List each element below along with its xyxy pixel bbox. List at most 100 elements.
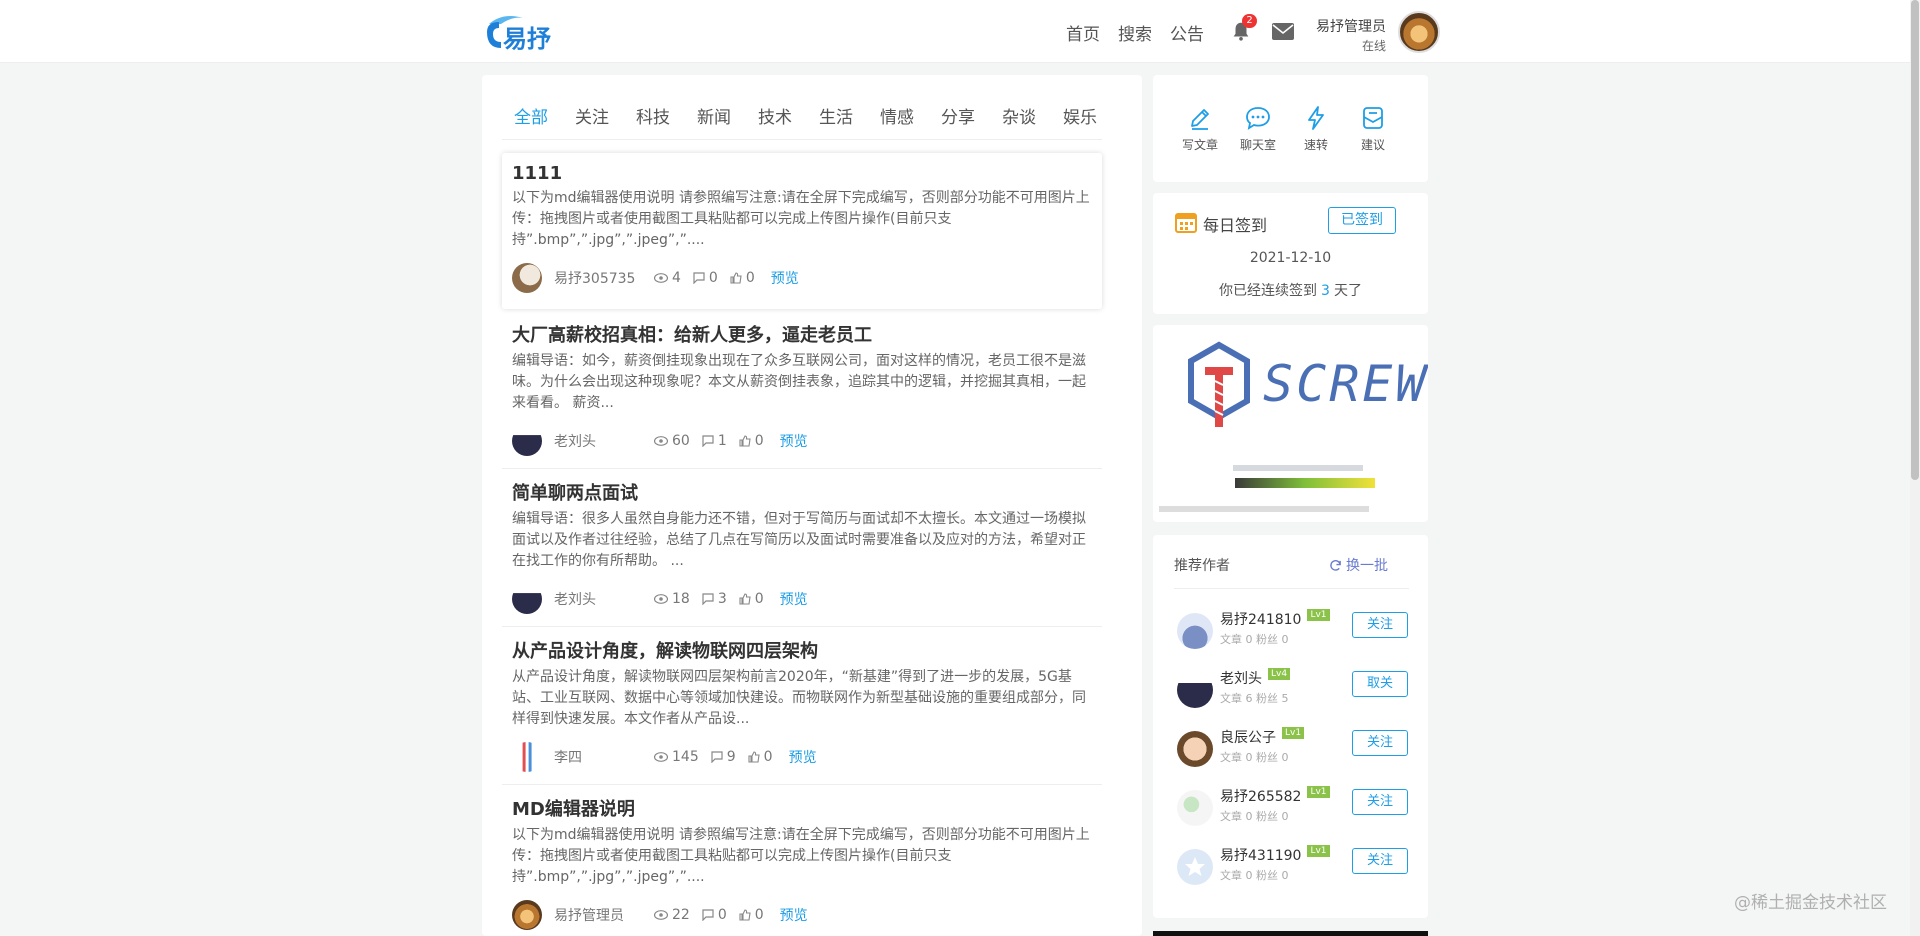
author-name[interactable]: 易抒管理员 (554, 905, 654, 925)
author-avatar[interactable] (1177, 672, 1213, 708)
nav-notice[interactable]: 公告 (1170, 20, 1204, 45)
admin-name[interactable]: 易抒管理员 (1316, 16, 1386, 36)
follow-button[interactable]: 关注 (1352, 848, 1408, 874)
comments-stat[interactable]: 1 (702, 433, 727, 449)
preview-link[interactable]: 预览 (780, 905, 808, 925)
star-icon (1185, 857, 1205, 876)
site-logo[interactable]: 易抒 (483, 10, 557, 54)
author-stats: 文章 6 粉丝 5 (1220, 692, 1289, 705)
article-title[interactable]: MD编辑器说明 (512, 795, 1092, 821)
tab-entertainment[interactable]: 娱乐 (1063, 103, 1097, 128)
daily-signin-card: 每日签到 已签到 2021-12-10 你已经连续签到 3 天了 (1153, 193, 1428, 314)
author-avatar[interactable] (512, 900, 542, 930)
tab-emotion[interactable]: 情感 (880, 103, 914, 128)
author-name[interactable]: 老刘头 (554, 589, 654, 609)
tab-life[interactable]: 生活 (819, 103, 853, 128)
author-avatar[interactable] (512, 426, 542, 456)
likes-stat[interactable]: 0 (748, 749, 773, 765)
article-meta: 易抒305735 4 0 0 预览 (512, 263, 1092, 293)
article-summary: 以下为md编辑器使用说明 请参照编写注意:请在全屏下完成编写，否则部分功能不可用… (512, 827, 1090, 885)
author-name[interactable]: 老刘头 Lv4 (1220, 668, 1291, 688)
author-name[interactable]: 李四 (554, 747, 654, 767)
tab-tech[interactable]: 科技 (636, 103, 670, 128)
banner-highlight (1235, 478, 1375, 488)
preview-link[interactable]: 预览 (780, 431, 808, 451)
mail-icon[interactable] (1272, 23, 1294, 40)
thumbs-up-icon (739, 435, 751, 447)
article-summary: 编辑导语：很多人虽然自身能力还不错，但对于写简历与面试却不太擅长。本文通过一场模… (512, 511, 1086, 569)
svg-text:易抒: 易抒 (503, 25, 551, 53)
signed-in-button[interactable]: 已签到 (1328, 207, 1396, 234)
article-card[interactable]: 1111 以下为md编辑器使用说明 请参照编写注意:请在全屏下完成编写，否则部分… (502, 153, 1102, 309)
tab-technique[interactable]: 技术 (758, 103, 792, 128)
likes-stat[interactable]: 0 (739, 591, 764, 607)
author-name[interactable]: 易抒241810 Lv1 (1220, 609, 1330, 629)
nav-home[interactable]: 首页 (1066, 20, 1100, 45)
eye-icon (654, 436, 668, 446)
level-badge: Lv4 (1268, 668, 1291, 680)
refresh-authors-button[interactable]: 换一批 (1329, 555, 1388, 575)
scrollbar-thumb[interactable] (1911, 0, 1919, 480)
follow-button[interactable]: 关注 (1352, 789, 1408, 815)
article-title[interactable]: 1111 (512, 163, 1092, 184)
chatroom-button[interactable]: 聊天室 (1228, 105, 1288, 153)
article-card[interactable]: MD编辑器说明 以下为md编辑器使用说明 请参照编写注意:请在全屏下完成编写，否… (502, 785, 1102, 930)
article-title[interactable]: 从产品设计角度，解读物联网四层架构 (512, 637, 1092, 663)
nav-search[interactable]: 搜索 (1118, 20, 1152, 45)
comment-icon (702, 435, 714, 447)
author-avatar[interactable] (512, 742, 542, 772)
article-card[interactable]: 大厂高薪校招真相：给新人更多，逼走老员工 编辑导语：如今，薪资倒挂现象出现在了众… (502, 311, 1102, 456)
author-avatar[interactable] (1177, 849, 1213, 885)
tab-all[interactable]: 全部 (514, 103, 548, 128)
level-badge: Lv1 (1307, 786, 1330, 798)
tab-divider (502, 139, 1102, 140)
views-stat: 22 (654, 907, 690, 923)
eye-icon (654, 752, 668, 762)
article-summary: 以下为md编辑器使用说明 请参照编写注意:请在全屏下完成编写，否则部分功能不可用… (512, 190, 1090, 248)
screw-banner[interactable]: SCREW (1153, 325, 1428, 522)
preview-link[interactable]: 预览 (771, 268, 799, 288)
comments-stat[interactable]: 0 (693, 270, 718, 286)
author-name[interactable]: 易抒305735 (554, 268, 654, 288)
author-avatar[interactable] (1177, 731, 1213, 767)
tab-news[interactable]: 新闻 (697, 103, 731, 128)
author-name[interactable]: 易抒431190 Lv1 (1220, 845, 1330, 865)
likes-stat[interactable]: 0 (739, 907, 764, 923)
author-name[interactable]: 易抒265582 Lv1 (1220, 786, 1330, 806)
likes-stat[interactable]: 0 (739, 433, 764, 449)
tab-share[interactable]: 分享 (941, 103, 975, 128)
unfollow-button[interactable]: 取关 (1352, 671, 1408, 697)
tab-chat[interactable]: 杂谈 (1002, 103, 1036, 128)
follow-button[interactable]: 关注 (1352, 730, 1408, 756)
notification-badge: 2 (1242, 14, 1257, 28)
article-card[interactable]: 简单聊两点面试 编辑导语：很多人虽然自身能力还不错，但对于写简历与面试却不太擅长… (502, 469, 1102, 614)
author-avatar[interactable] (512, 584, 542, 614)
follow-button[interactable]: 关注 (1352, 612, 1408, 638)
level-badge: Lv1 (1307, 845, 1330, 857)
author-avatar[interactable] (512, 263, 542, 293)
author-avatar[interactable] (1177, 790, 1213, 826)
suggestion-button[interactable]: 建议 (1343, 105, 1403, 153)
author-avatar[interactable] (1177, 613, 1213, 649)
comments-stat[interactable]: 0 (702, 907, 727, 923)
preview-link[interactable]: 预览 (780, 589, 808, 609)
article-card[interactable]: 从产品设计角度，解读物联网四层架构 从产品设计角度，解读物联网四层架构前言202… (502, 627, 1102, 772)
quick-repost-button[interactable]: 速转 (1286, 105, 1346, 153)
signin-date: 2021-12-10 (1249, 250, 1332, 266)
author-row: 易抒241810 Lv1 文章 0 粉丝 0 关注 (1177, 605, 1408, 655)
preview-link[interactable]: 预览 (789, 747, 817, 767)
article-title[interactable]: 简单聊两点面试 (512, 479, 1092, 505)
thumbs-up-icon (730, 272, 742, 284)
calendar-icon (1175, 213, 1197, 233)
write-article-button[interactable]: 写文章 (1170, 105, 1230, 153)
admin-avatar[interactable] (1398, 11, 1440, 53)
author-name[interactable]: 良辰公子 Lv1 (1220, 727, 1305, 747)
article-title[interactable]: 大厂高薪校招真相：给新人更多，逼走老员工 (512, 321, 1092, 347)
comments-stat[interactable]: 9 (711, 749, 736, 765)
comments-stat[interactable]: 3 (702, 591, 727, 607)
tab-follow[interactable]: 关注 (575, 103, 609, 128)
signin-label: 每日签到 (1203, 216, 1268, 235)
author-name[interactable]: 老刘头 (554, 431, 654, 451)
likes-stat[interactable]: 0 (730, 270, 755, 286)
screw-logo-icon (1188, 341, 1250, 427)
